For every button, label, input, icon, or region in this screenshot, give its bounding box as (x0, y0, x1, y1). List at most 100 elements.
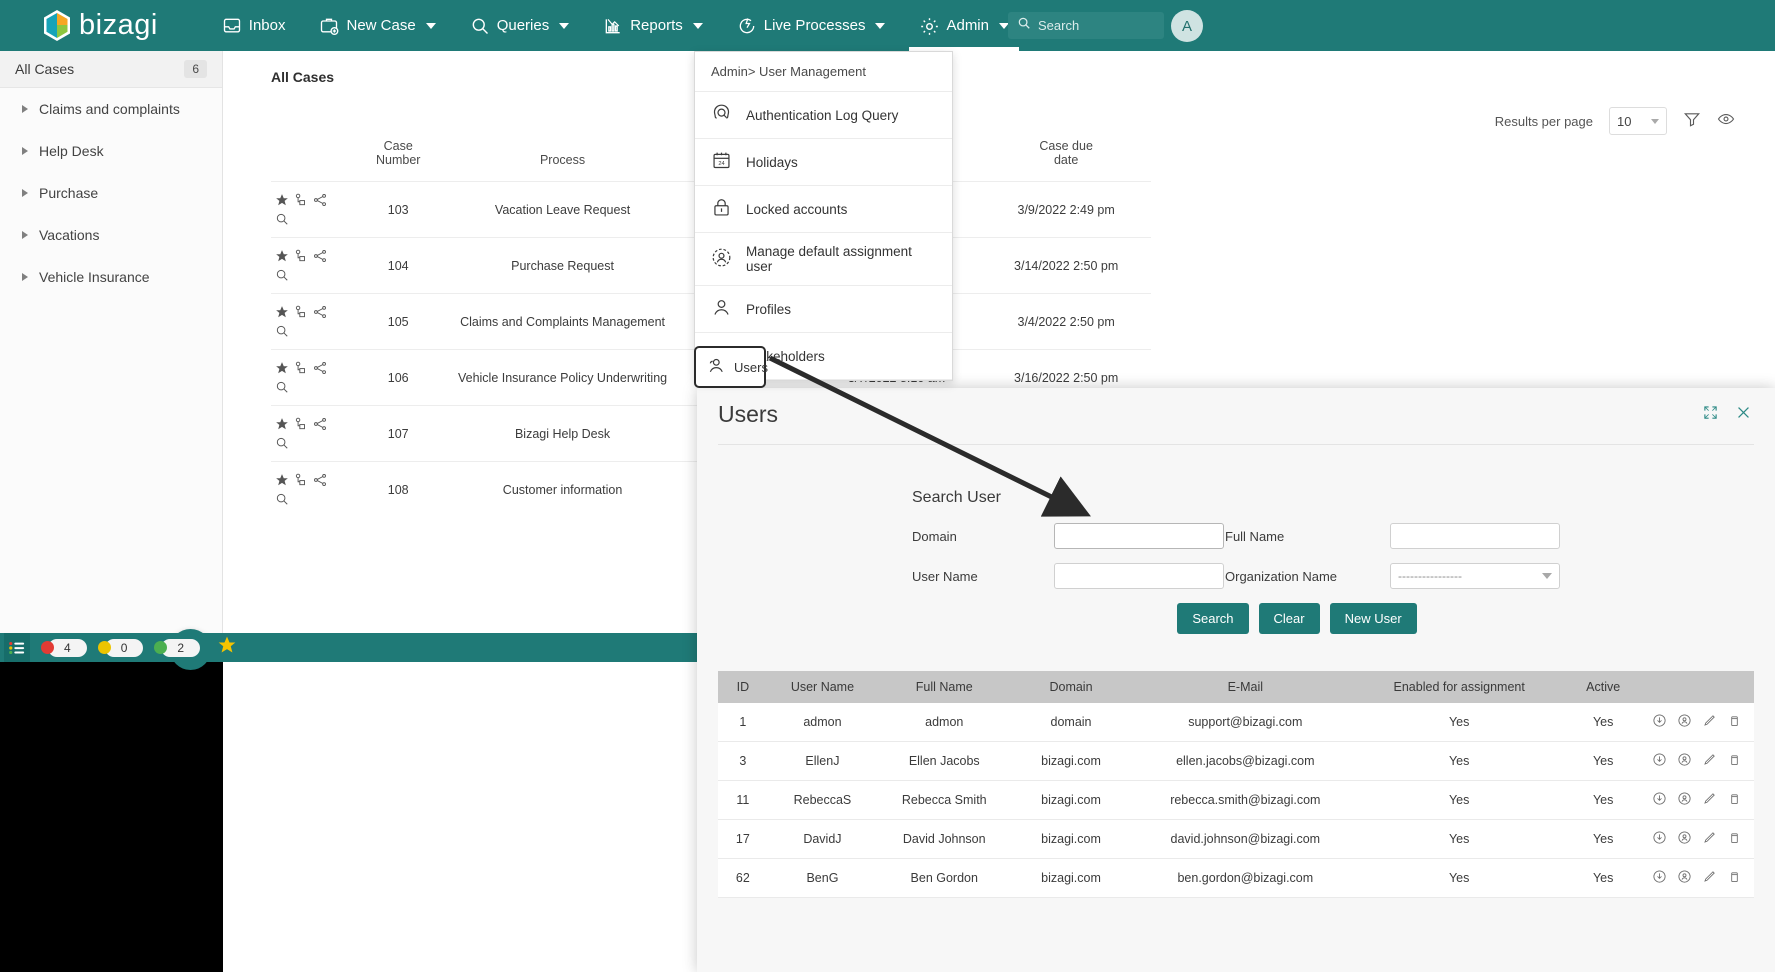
assign-user-icon[interactable] (1677, 713, 1692, 731)
sidebar-header-label: All Cases (15, 61, 75, 77)
admin-menu-item-authentication-log-query[interactable]: Authentication Log Query (695, 92, 952, 139)
results-per-page-select[interactable]: 10 (1609, 107, 1667, 135)
users-modal: Users Search User Domain Full Name User … (697, 388, 1775, 972)
process-diagram-icon[interactable] (313, 305, 327, 319)
sidebar-item-help-desk[interactable]: Help Desk (0, 130, 222, 172)
assign-user-icon[interactable] (1677, 830, 1692, 848)
favorites-star-icon[interactable] (217, 635, 237, 660)
sidebar-header-all-cases[interactable]: All Cases 6 (0, 51, 222, 88)
favorite-star-icon[interactable] (275, 473, 289, 487)
favorite-star-icon[interactable] (275, 249, 289, 263)
sidebar-item-label: Purchase (39, 185, 99, 201)
assign-icon[interactable] (294, 305, 308, 319)
download-icon[interactable] (1652, 830, 1667, 848)
delete-icon[interactable] (1727, 791, 1742, 809)
assign-icon[interactable] (294, 473, 308, 487)
assign-icon[interactable] (294, 417, 308, 431)
favorite-star-icon[interactable] (275, 305, 289, 319)
organization-name-select[interactable]: ---------------- (1390, 563, 1560, 589)
case-process: Claims and Complaints Management (440, 293, 685, 350)
users-table: ID User Name Full Name Domain E-Mail Ena… (718, 671, 1754, 898)
sidebar-item-vacations[interactable]: Vacations (0, 214, 222, 256)
status-chip-on-time[interactable]: 2 (154, 638, 201, 657)
edit-icon[interactable] (1702, 713, 1717, 731)
process-diagram-icon[interactable] (313, 249, 327, 263)
nav-item-inbox[interactable]: Inbox (218, 2, 290, 50)
expand-icon[interactable] (1703, 405, 1718, 425)
table-row[interactable]: 17 DavidJ David Johnson bizagi.com david… (718, 819, 1754, 859)
close-icon[interactable] (1735, 404, 1752, 426)
assign-user-icon[interactable] (1677, 752, 1692, 770)
case-search-icon[interactable] (275, 212, 289, 226)
assign-icon[interactable] (294, 361, 308, 375)
download-icon[interactable] (1652, 869, 1667, 887)
domain-input[interactable] (1054, 523, 1224, 549)
download-icon[interactable] (1652, 791, 1667, 809)
delete-icon[interactable] (1727, 830, 1742, 848)
user-full-name: admon (877, 703, 1012, 742)
status-chip-overdue[interactable]: 4 (41, 638, 87, 657)
process-diagram-icon[interactable] (313, 417, 327, 431)
visibility-icon[interactable] (1717, 110, 1735, 133)
assign-icon[interactable] (294, 249, 308, 263)
case-number[interactable]: 108 (355, 461, 441, 517)
assign-icon[interactable] (294, 193, 308, 207)
sidebar-item-vehicle-insurance[interactable]: Vehicle Insurance (0, 256, 222, 298)
edit-icon[interactable] (1702, 752, 1717, 770)
nav-item-queries[interactable]: Queries (466, 2, 574, 50)
admin-menu-item-locked-accounts[interactable]: Locked accounts (695, 186, 952, 233)
assign-user-icon[interactable] (1677, 791, 1692, 809)
admin-menu-item-profiles[interactable]: Profiles (695, 286, 952, 333)
delete-icon[interactable] (1727, 713, 1742, 731)
case-number[interactable]: 106 (355, 349, 441, 406)
case-search-icon[interactable] (275, 436, 289, 450)
search-button[interactable]: Search (1177, 603, 1249, 634)
favorite-star-icon[interactable] (275, 193, 289, 207)
clear-button[interactable]: Clear (1258, 603, 1320, 634)
table-row[interactable]: 1 admon admon domain support@bizagi.com … (718, 703, 1754, 742)
download-icon[interactable] (1652, 713, 1667, 731)
assign-user-icon[interactable] (1677, 869, 1692, 887)
search-placeholder: Search (1038, 18, 1080, 33)
process-diagram-icon[interactable] (313, 361, 327, 375)
download-icon[interactable] (1652, 752, 1667, 770)
nav-item-new-case[interactable]: New Case (315, 2, 439, 50)
brand-logo[interactable]: bizagi (42, 9, 158, 42)
case-search-icon[interactable] (275, 492, 289, 506)
full-name-input[interactable] (1390, 523, 1560, 549)
table-row[interactable]: 62 BenG Ben Gordon bizagi.com ben.gordon… (718, 858, 1754, 898)
case-search-icon[interactable] (275, 268, 289, 282)
case-number[interactable]: 107 (355, 405, 441, 462)
nav-item-live-processes[interactable]: Live Processes (733, 2, 890, 50)
case-number[interactable]: 105 (355, 293, 441, 350)
edit-icon[interactable] (1702, 869, 1717, 887)
favorite-star-icon[interactable] (275, 417, 289, 431)
favorite-star-icon[interactable] (275, 361, 289, 375)
new-user-button[interactable]: New User (1329, 603, 1417, 634)
nav-item-reports[interactable]: Reports (599, 2, 707, 50)
process-diagram-icon[interactable] (313, 193, 327, 207)
user-avatar[interactable]: A (1171, 10, 1203, 42)
edit-icon[interactable] (1702, 830, 1717, 848)
status-chip-at-risk[interactable]: 0 (97, 638, 144, 657)
case-search-icon[interactable] (275, 380, 289, 394)
case-number[interactable]: 104 (355, 237, 441, 294)
case-search-icon[interactable] (275, 324, 289, 338)
table-row[interactable]: 3 EllenJ Ellen Jacobs bizagi.com ellen.j… (718, 741, 1754, 781)
delete-icon[interactable] (1727, 869, 1742, 887)
user-name-input[interactable] (1054, 563, 1224, 589)
sidebar-item-purchase[interactable]: Purchase (0, 172, 222, 214)
process-diagram-icon[interactable] (313, 473, 327, 487)
delete-icon[interactable] (1727, 752, 1742, 770)
admin-menu-item-users[interactable]: Users (694, 346, 768, 388)
nav-item-admin[interactable]: Admin (909, 2, 1019, 51)
global-search[interactable]: Search (1008, 12, 1164, 39)
admin-menu-item-manage-default-assignment-user[interactable]: Manage default assignment user (695, 233, 952, 286)
edit-icon[interactable] (1702, 791, 1717, 809)
case-number[interactable]: 103 (355, 181, 441, 238)
filter-icon[interactable] (1683, 110, 1701, 133)
admin-menu-item-holidays[interactable]: 24 Holidays (695, 139, 952, 186)
table-row[interactable]: 11 RebeccaS Rebecca Smith bizagi.com reb… (718, 780, 1754, 820)
menu-list-icon[interactable] (4, 633, 30, 662)
sidebar-item-claims-and-complaints[interactable]: Claims and complaints (0, 88, 222, 130)
